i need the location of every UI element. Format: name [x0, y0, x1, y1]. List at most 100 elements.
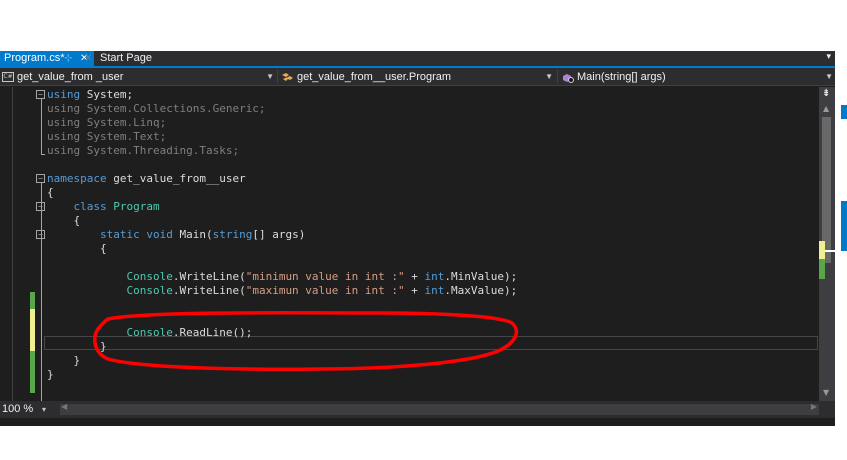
tab-start-page[interactable]: ✕ Start Page — [84, 51, 166, 66]
window-bottom-edge — [0, 418, 835, 426]
code-token: using — [47, 88, 81, 101]
scroll-right-icon[interactable]: ▶ — [811, 402, 817, 411]
code-line[interactable]: } — [47, 340, 107, 354]
code-line[interactable]: Console.ReadLine(); — [47, 326, 252, 340]
chevron-down-icon[interactable]: ▾ — [42, 402, 46, 417]
pin-icon[interactable]: ⊹ — [64, 51, 72, 66]
outline-guide — [41, 183, 42, 426]
code-editor[interactable]: − − − − using System; using System.Collec… — [0, 87, 819, 426]
code-token: using — [47, 116, 81, 129]
window-edge — [835, 51, 847, 426]
outline-guide — [41, 99, 42, 155]
code-line[interactable]: using System.Threading.Tasks; — [47, 144, 239, 158]
code-token: using — [47, 130, 81, 143]
margin-divider — [12, 87, 13, 401]
code-token: "minimun value in int :" — [245, 270, 405, 283]
code-token: "maximun value in int :" — [245, 284, 405, 297]
code-line[interactable]: static void Main(string[] args) — [47, 228, 305, 242]
code-line[interactable]: } — [47, 368, 54, 382]
code-token: Main( — [172, 228, 213, 241]
visual-studio-window: Program.cs* ⊹ ✕ ✕ Start Page ▾ C# get_val… — [0, 51, 835, 426]
code-line[interactable]: Console.WriteLine("maximun value in int … — [47, 284, 517, 298]
method-icon — [563, 73, 574, 83]
code-token: int — [424, 270, 445, 283]
change-marker-unsaved — [30, 309, 35, 351]
code-token: .MinValue); — [444, 270, 518, 283]
member-dropdown[interactable]: Main(string[] args) ▼ — [561, 69, 833, 85]
code-token: get_value_from__user — [106, 172, 246, 185]
tab-label: Start Page — [100, 52, 152, 64]
class-dropdown[interactable]: get_value_from__user.Program ▼ — [281, 69, 553, 85]
code-token: System.Collections.Generic; — [80, 102, 266, 115]
code-line[interactable]: namespace get_value_from__user — [47, 172, 246, 186]
accent-mark — [841, 201, 847, 251]
zoom-level[interactable]: 100 % — [2, 402, 33, 417]
code-token: .WriteLine( — [172, 270, 246, 283]
scroll-up-icon[interactable]: ▲ — [823, 104, 829, 113]
member-name: Main(string[] args) — [577, 71, 666, 83]
code-token: namespace — [47, 172, 107, 185]
change-marker-saved — [819, 259, 825, 279]
code-line[interactable]: using System.Linq; — [47, 116, 166, 130]
code-line[interactable]: } — [47, 354, 80, 368]
divider — [277, 70, 278, 83]
close-icon[interactable]: ✕ — [84, 51, 92, 66]
code-token: { — [47, 242, 107, 255]
code-token: } — [47, 354, 81, 367]
code-line[interactable]: { — [47, 242, 107, 256]
code-line[interactable]: { — [47, 186, 54, 200]
code-line[interactable]: Console.WriteLine("minimun value in int … — [47, 270, 517, 284]
vertical-scrollbar[interactable]: ⇟ ▲ ▼ — [819, 87, 835, 401]
code-token: System.Linq; — [80, 116, 167, 129]
csharp-project-icon: C# — [2, 72, 14, 83]
class-icon — [282, 72, 293, 81]
change-marker-saved — [30, 292, 35, 309]
divider — [557, 70, 558, 83]
code-token: string — [212, 228, 253, 241]
code-token: int — [424, 284, 445, 297]
code-token: .ReadLine(); — [172, 326, 253, 339]
code-token: [] args) — [252, 228, 306, 241]
code-token: + — [404, 284, 425, 297]
project-name: get_value_from _user — [17, 71, 124, 83]
outline-guide — [41, 154, 45, 155]
code-token: Console — [126, 284, 173, 297]
code-token: { — [47, 186, 54, 199]
fold-toggle[interactable]: − — [36, 174, 45, 183]
code-token: void — [146, 228, 173, 241]
horizontal-scrollbar[interactable]: ◀ ▶ — [60, 402, 819, 415]
code-line[interactable]: using System.Text; — [47, 130, 166, 144]
code-line[interactable]: class Program — [47, 200, 160, 214]
scroll-left-icon[interactable]: ◀ — [61, 402, 67, 411]
code-line[interactable]: using System.Collections.Generic; — [47, 102, 266, 116]
navigation-bar: C# get_value_from _user ▼ get_value_from_… — [0, 68, 835, 86]
code-token: .MaxValue); — [444, 284, 518, 297]
code-token: } — [47, 340, 107, 353]
fold-toggle[interactable]: − — [36, 90, 45, 99]
accent-mark — [841, 105, 847, 119]
code-line[interactable]: using System; — [47, 88, 133, 102]
project-dropdown[interactable]: C# get_value_from _user ▼ — [2, 69, 274, 85]
scroll-down-icon[interactable]: ▼ — [823, 388, 829, 397]
fold-toggle[interactable]: − — [36, 230, 45, 239]
chevron-down-icon[interactable]: ▼ — [266, 69, 274, 85]
code-token: Program — [113, 200, 160, 213]
tab-program-cs[interactable]: Program.cs* ⊹ ✕ — [0, 51, 94, 66]
chevron-down-icon[interactable]: ▾ — [826, 52, 831, 62]
editor-bottom-bar: 100 % ▾ ◀ ▶ — [0, 401, 835, 418]
chevron-down-icon[interactable]: ▼ — [545, 69, 553, 85]
tab-label: Program.cs* — [4, 52, 65, 64]
change-marker-saved — [30, 351, 35, 393]
code-token: { — [47, 214, 81, 227]
fold-toggle[interactable]: − — [36, 202, 45, 211]
code-token: + — [404, 270, 425, 283]
code-line[interactable]: { — [47, 214, 80, 228]
code-token: Console — [126, 326, 173, 339]
chevron-down-icon[interactable]: ▼ — [825, 69, 833, 85]
split-window-icon[interactable]: ⇟ — [822, 89, 830, 99]
